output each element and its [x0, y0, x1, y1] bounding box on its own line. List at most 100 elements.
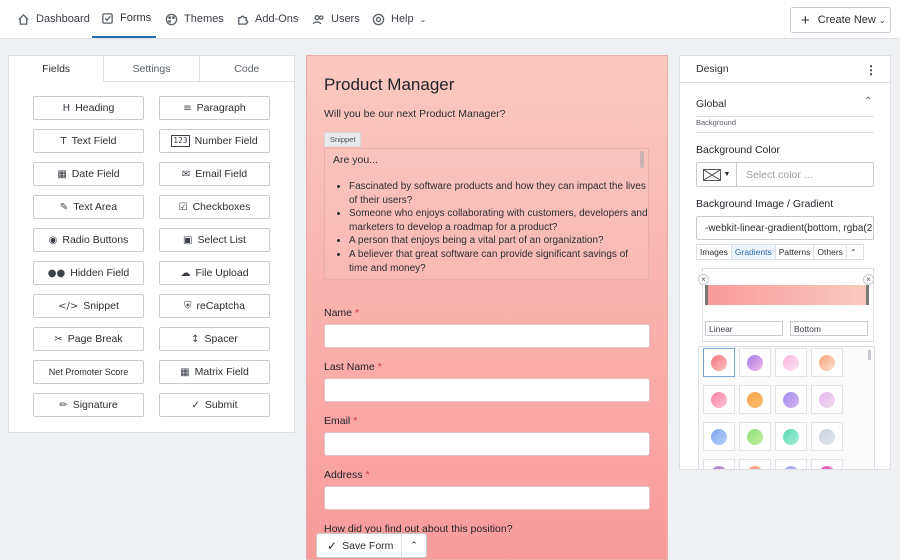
submit-button-field[interactable]: ✓ Submit — [159, 393, 270, 417]
checkboxes-button[interactable]: ☑ Checkboxes — [159, 195, 270, 219]
global-section-title[interactable]: Global — [696, 98, 726, 110]
snippet-button[interactable]: </> Snippet — [33, 294, 144, 318]
design-title: Design — [696, 63, 729, 75]
tab-code[interactable]: Code — [200, 56, 294, 81]
gradient-swatch — [783, 428, 799, 445]
gradient-preset[interactable] — [811, 385, 843, 414]
nav-help[interactable]: Help ⌄ — [372, 0, 426, 38]
form-title[interactable]: Product Manager — [324, 75, 454, 95]
create-new-label: Create New — [817, 14, 876, 26]
gradient-preset[interactable] — [775, 348, 807, 377]
snippet-scrollbar[interactable] — [640, 151, 644, 168]
create-new-button[interactable]: + Create New ⌄ — [790, 7, 891, 33]
save-form-button[interactable]: ✓ Save Form — [317, 534, 402, 557]
gradient-preset[interactable] — [739, 459, 771, 469]
spacer-button[interactable]: ↕ Spacer — [159, 327, 270, 351]
list-item: A believer that great software can provi… — [349, 248, 648, 275]
gradient-preset[interactable] — [739, 385, 771, 414]
help-icon — [372, 13, 385, 25]
nav-dashboard[interactable]: Dashboard — [17, 0, 90, 38]
list-item: Fascinated by software products and how … — [349, 180, 648, 207]
select-list-button[interactable]: ▣ Select List — [159, 228, 270, 252]
more-options-icon[interactable]: ⋮ — [865, 63, 877, 77]
nav-addons-label: Add-Ons — [255, 13, 299, 25]
matrix-field-button[interactable]: ▦ Matrix Field — [159, 360, 270, 384]
tab-images[interactable]: Images — [697, 245, 732, 259]
check-icon: ✓ — [327, 538, 338, 553]
last-name-input[interactable] — [324, 378, 650, 402]
tab-gradients[interactable]: Gradients — [731, 245, 776, 259]
gradient-preset[interactable] — [703, 422, 735, 451]
email-input[interactable] — [324, 432, 650, 456]
color-input[interactable]: Select color ... — [737, 163, 873, 186]
gradient-preset[interactable] — [811, 459, 843, 469]
chevron-up-icon: ⌃ — [410, 540, 418, 550]
tab-others[interactable]: Others — [814, 245, 847, 259]
gradient-direction-select[interactable]: Bottom — [790, 321, 868, 336]
gradient-input[interactable]: -webkit-linear-gradient(bottom, rgba(252… — [696, 216, 874, 240]
gradient-preset[interactable] — [811, 348, 843, 377]
gradient-preview-bar[interactable] — [705, 285, 869, 305]
nav-users[interactable]: Users — [312, 0, 360, 38]
paragraph-field-button[interactable]: ≡ Paragraph — [159, 96, 270, 120]
file-upload-button[interactable]: ☁ File Upload — [159, 261, 270, 285]
color-swatch-button[interactable]: ▼ — [697, 163, 737, 186]
remove-stop-left-icon[interactable]: × — [698, 274, 709, 285]
gradient-preset[interactable] — [775, 422, 807, 451]
save-form-bar: ✓ Save Form ⌃ — [316, 533, 427, 558]
text-area-button[interactable]: ✎ Text Area — [33, 195, 144, 219]
radio-buttons-button[interactable]: ◉ Radio Buttons — [33, 228, 144, 252]
gradient-preset[interactable] — [775, 385, 807, 414]
name-input[interactable] — [324, 324, 650, 348]
signature-button[interactable]: ✏ Signature — [33, 393, 144, 417]
email-field-button[interactable]: ✉ Email Field — [159, 162, 270, 186]
nav-forms[interactable]: Forms — [92, 0, 156, 38]
chevron-up-icon[interactable]: ⌃ — [864, 96, 872, 107]
hidden-field-button[interactable]: ●● Hidden Field — [33, 261, 144, 285]
snippet-content[interactable]: Are you... Fascinated by software produc… — [324, 148, 649, 280]
number-field-icon: 123 — [171, 135, 190, 147]
code-icon: </> — [58, 300, 79, 312]
gradient-preset[interactable] — [739, 348, 771, 377]
gradient-preset[interactable] — [775, 459, 807, 469]
collapse-icon[interactable]: ⌃ — [847, 245, 860, 259]
nav-themes[interactable]: Themes — [165, 0, 224, 38]
tab-fields[interactable]: Fields — [9, 56, 105, 82]
net-promoter-score-button[interactable]: Net Promoter Score — [33, 360, 144, 384]
divider — [696, 132, 874, 133]
bg-color-label: Background Color — [696, 144, 781, 156]
recaptcha-button[interactable]: ⛨ reCaptcha — [159, 294, 270, 318]
text-field-icon: T — [60, 135, 67, 147]
heading-field-button[interactable]: H Heading — [33, 96, 144, 120]
puzzle-icon — [238, 15, 249, 25]
gradient-type-select[interactable]: Linear — [705, 321, 783, 336]
hidden-icon: ●● — [47, 267, 66, 279]
snippet-lead: Are you... — [333, 154, 378, 166]
gradient-preset[interactable] — [703, 459, 735, 469]
tab-patterns[interactable]: Patterns — [776, 245, 815, 259]
text-field-button[interactable]: T Text Field — [33, 129, 144, 153]
checkbox-icon: ☑ — [178, 201, 188, 213]
gradient-preset[interactable] — [811, 422, 843, 451]
remove-stop-right-icon[interactable]: × — [863, 274, 874, 285]
nav-dashboard-label: Dashboard — [36, 13, 90, 25]
presets-scrollbar[interactable] — [868, 350, 871, 360]
background-type-tabs: Images Gradients Patterns Others ⌃ — [696, 244, 864, 260]
form-subtitle[interactable]: Will you be our next Product Manager? — [324, 108, 506, 120]
date-field-button[interactable]: ▦ Date Field — [33, 162, 144, 186]
tab-settings[interactable]: Settings — [104, 56, 200, 81]
gradient-swatch — [819, 428, 835, 445]
save-options-toggle[interactable]: ⌃ — [402, 534, 426, 557]
address-input[interactable] — [324, 486, 650, 510]
nav-addons[interactable]: Add-Ons — [236, 0, 298, 38]
address-label: Address * — [324, 469, 370, 481]
list-item: A person that enjoys being a vital part … — [349, 234, 648, 248]
gradient-preset[interactable] — [703, 385, 735, 414]
page-break-button[interactable]: ✂ Page Break — [33, 327, 144, 351]
gradient-preset[interactable] — [739, 422, 771, 451]
design-header: Design — [680, 56, 890, 83]
gradient-preset[interactable] — [703, 348, 735, 377]
paragraph-icon: ≡ — [183, 102, 192, 114]
number-field-button[interactable]: 123 Number Field — [159, 129, 270, 153]
plus-icon: + — [801, 11, 810, 29]
